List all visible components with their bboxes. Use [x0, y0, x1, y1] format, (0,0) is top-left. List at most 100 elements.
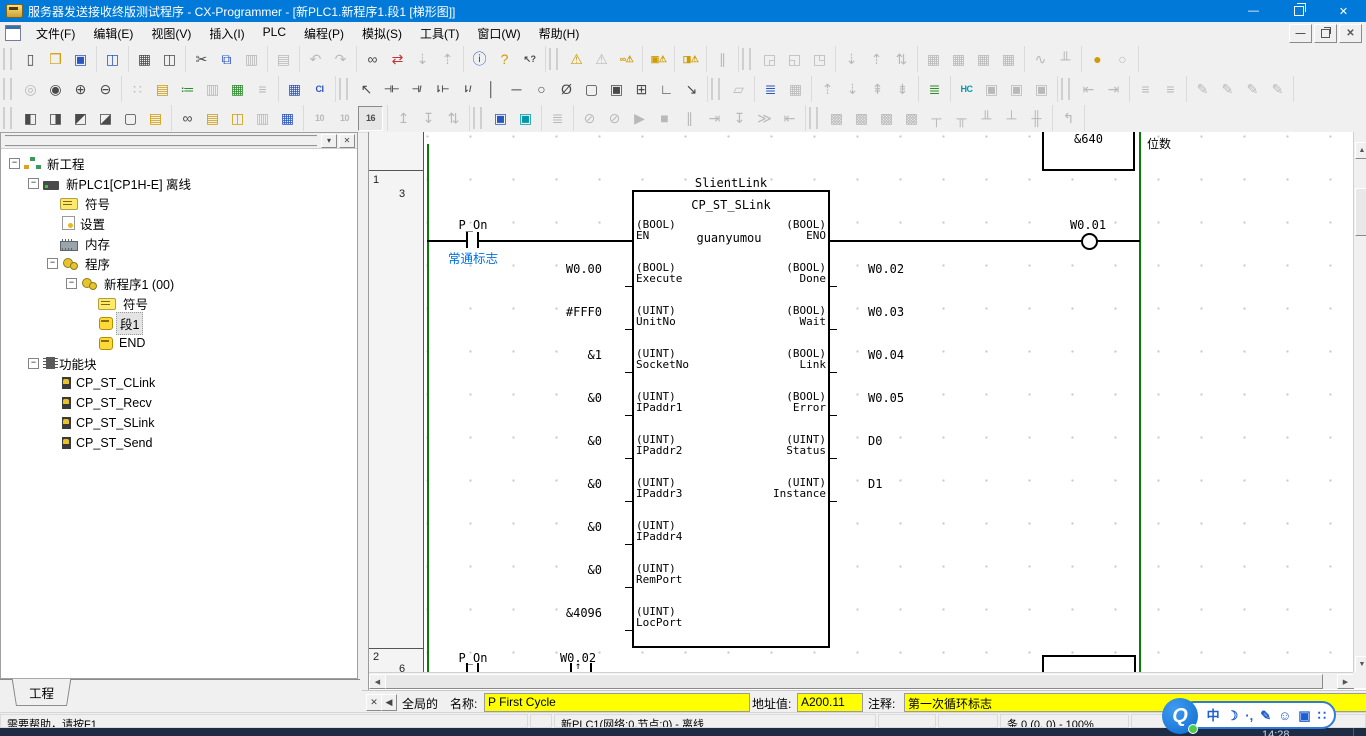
restore-button[interactable] — [1276, 0, 1321, 22]
open-button[interactable]: ❒ — [44, 48, 67, 71]
corner-tool-button[interactable]: ∟ — [655, 78, 678, 101]
program-verify-button[interactable]: ◳ — [808, 48, 831, 71]
output-coil[interactable] — [1081, 233, 1098, 250]
transfer-to-plc-button[interactable]: ▣⚠ — [647, 48, 670, 71]
tree-item-新工程[interactable]: −新工程 — [1, 153, 357, 173]
monitor-view-2-button[interactable]: ▩ — [850, 107, 873, 130]
menu-item-9[interactable]: 窗口(W) — [468, 23, 529, 44]
find-next-button[interactable]: ⇡ — [436, 48, 459, 71]
help-contents-button[interactable]: ? — [493, 48, 516, 71]
coil-button[interactable]: ○ — [530, 78, 553, 101]
about-button[interactable]: ⓘ — [468, 48, 491, 71]
differential-up-button[interactable]: ↥ — [392, 107, 415, 130]
monitor-window-2-button[interactable]: ▣ — [980, 78, 1003, 101]
mdi-minimize-button[interactable]: — — [1289, 24, 1312, 43]
toolbar-grip[interactable] — [1061, 78, 1070, 100]
fb-instance-name[interactable]: SlientLink — [632, 176, 830, 190]
menu-item-7[interactable]: 模拟(S) — [353, 23, 411, 44]
refbar-scope[interactable]: 全局的 — [402, 695, 438, 712]
tree-item-符号[interactable]: 符号 — [1, 193, 357, 213]
cross-window-button[interactable]: ▥ — [201, 78, 224, 101]
menu-item-3[interactable]: 视图(V) — [142, 23, 200, 44]
horizontal-scroll-thumb[interactable] — [385, 674, 1323, 689]
tree-item-CP_ST_SLink[interactable]: CP_ST_SLink — [1, 413, 357, 433]
vertical-scrollbar[interactable]: ▲ ▼ — [1353, 132, 1366, 672]
horizontal-line-button[interactable]: ─ — [505, 78, 528, 101]
zoom-ratio-button[interactable]: ◉ — [44, 78, 67, 101]
zoom-out-button[interactable]: ⊖ — [94, 78, 117, 101]
toolbar-grip[interactable] — [711, 78, 720, 100]
refbar-close-button[interactable]: ✕ — [366, 694, 382, 711]
context-help-button[interactable]: ↖? — [518, 48, 541, 71]
contact-no-button[interactable]: ⊣⊢ — [380, 78, 403, 101]
paste-special-button[interactable]: ▤ — [272, 48, 295, 71]
diff-monitor-5-button[interactable]: ╫ — [1025, 107, 1048, 130]
work-online-simulator-button[interactable]: ▣ — [489, 107, 512, 130]
sim-stop-button[interactable]: ■ — [653, 107, 676, 130]
menu-item-10[interactable]: 帮助(H) — [530, 23, 589, 44]
sim-run-button[interactable]: ▶ — [628, 107, 651, 130]
toolbar-grip[interactable] — [809, 107, 818, 129]
memory-view-button[interactable]: ▦ — [784, 78, 807, 101]
workspace-grip[interactable] — [5, 135, 317, 147]
horizontal-scrollbar[interactable]: ◀ ▶ — [369, 672, 1353, 689]
window-cascade-button[interactable]: ◧ — [19, 107, 42, 130]
find-button[interactable]: ∞ — [361, 48, 384, 71]
tree-item-CP_ST_Recv[interactable]: CP_ST_Recv — [1, 393, 357, 413]
operand-&1[interactable]: &1 — [484, 348, 602, 362]
differential-monitor-button[interactable]: ∿ — [1029, 48, 1052, 71]
zoom-in-button[interactable]: ⊕ — [69, 78, 92, 101]
compile-program-button[interactable]: ⚠ — [565, 48, 588, 71]
tree-item-内存[interactable]: 内存 — [1, 233, 357, 253]
display-io-1-button[interactable]: ▦ — [922, 48, 945, 71]
toolbar-grip[interactable] — [473, 107, 482, 129]
ladder-canvas[interactable]: &640 位数 P_On 常通标志 SlientLink CP_ST_SLink… — [424, 132, 1353, 672]
partial-verify-button[interactable]: ⇅ — [890, 48, 913, 71]
io-table-button[interactable]: ▱ — [727, 78, 750, 101]
indent-right-button[interactable]: ⇥ — [1102, 78, 1125, 101]
tree-expander-icon[interactable]: − — [28, 358, 39, 369]
release-password-button[interactable]: ○ — [1111, 48, 1134, 71]
toolbar-grip[interactable] — [3, 107, 12, 129]
tree-item-END[interactable]: END — [1, 333, 357, 353]
step-in-button[interactable]: ↧ — [728, 107, 751, 130]
window-arrange-button[interactable]: ◩ — [69, 107, 92, 130]
tree-item-段1[interactable]: 段1 — [1, 313, 357, 333]
window-icons-button[interactable]: ◪ — [94, 107, 117, 130]
pause-monitor-button[interactable]: ∥ — [711, 48, 734, 71]
tree-item-CP_ST_Send[interactable]: CP_ST_Send — [1, 433, 357, 453]
contact-or-nc-button[interactable]: ⇂/ — [455, 78, 478, 101]
display-io-2-button[interactable]: ▦ — [947, 48, 970, 71]
skin-icon[interactable]: ▣ — [1298, 709, 1310, 722]
print-preview-button[interactable]: ◫ — [158, 48, 181, 71]
continuous-step-button[interactable]: ≫ — [753, 107, 776, 130]
operand-&0[interactable]: &0 — [484, 520, 602, 534]
online-edit-button[interactable]: ◨⚠ — [679, 48, 702, 71]
operand-&0[interactable]: &0 — [484, 477, 602, 491]
toolbar-grip[interactable] — [339, 78, 348, 100]
find-prev-button[interactable]: ⇣ — [411, 48, 434, 71]
contact-nc-button[interactable]: ⊣/ — [405, 78, 428, 101]
edit-pen-3-button[interactable]: ✎ — [1241, 78, 1264, 101]
operand-W0.03[interactable]: W0.03 — [868, 305, 968, 319]
contact-or-no-button[interactable]: ⇂⊢ — [430, 78, 453, 101]
rung2-contact1-label[interactable]: P_On — [450, 651, 496, 665]
monitor-signed-decimal-button[interactable]: 10 — [333, 107, 356, 130]
show-comment-instruction-button[interactable]: CI — [308, 78, 331, 101]
io-comment-view-button[interactable]: ◫ — [226, 107, 249, 130]
refbar-name-field[interactable]: P First Cycle — [484, 693, 750, 712]
rung-wrap-button[interactable]: ▥ — [251, 107, 274, 130]
copy-button[interactable]: ⧉ — [215, 48, 238, 71]
tab-project[interactable]: 工程 — [12, 679, 72, 706]
workspace-dropdown-button[interactable]: ▾ — [321, 134, 337, 148]
display-io-3-button[interactable]: ▦ — [972, 48, 995, 71]
operand-&0[interactable]: &0 — [484, 391, 602, 405]
refbar-back-button[interactable]: ◀ — [381, 694, 397, 711]
diff-monitor-1-button[interactable]: ┬ — [925, 107, 948, 130]
toolbar-grip[interactable] — [3, 48, 12, 70]
operand-&0[interactable]: &0 — [484, 563, 602, 577]
vertical-line-button[interactable]: │ — [480, 78, 503, 101]
program-check-button[interactable]: ◲ — [758, 48, 781, 71]
new-button[interactable]: ▯ — [19, 48, 42, 71]
vertical-scroll-thumb[interactable] — [1355, 188, 1366, 236]
